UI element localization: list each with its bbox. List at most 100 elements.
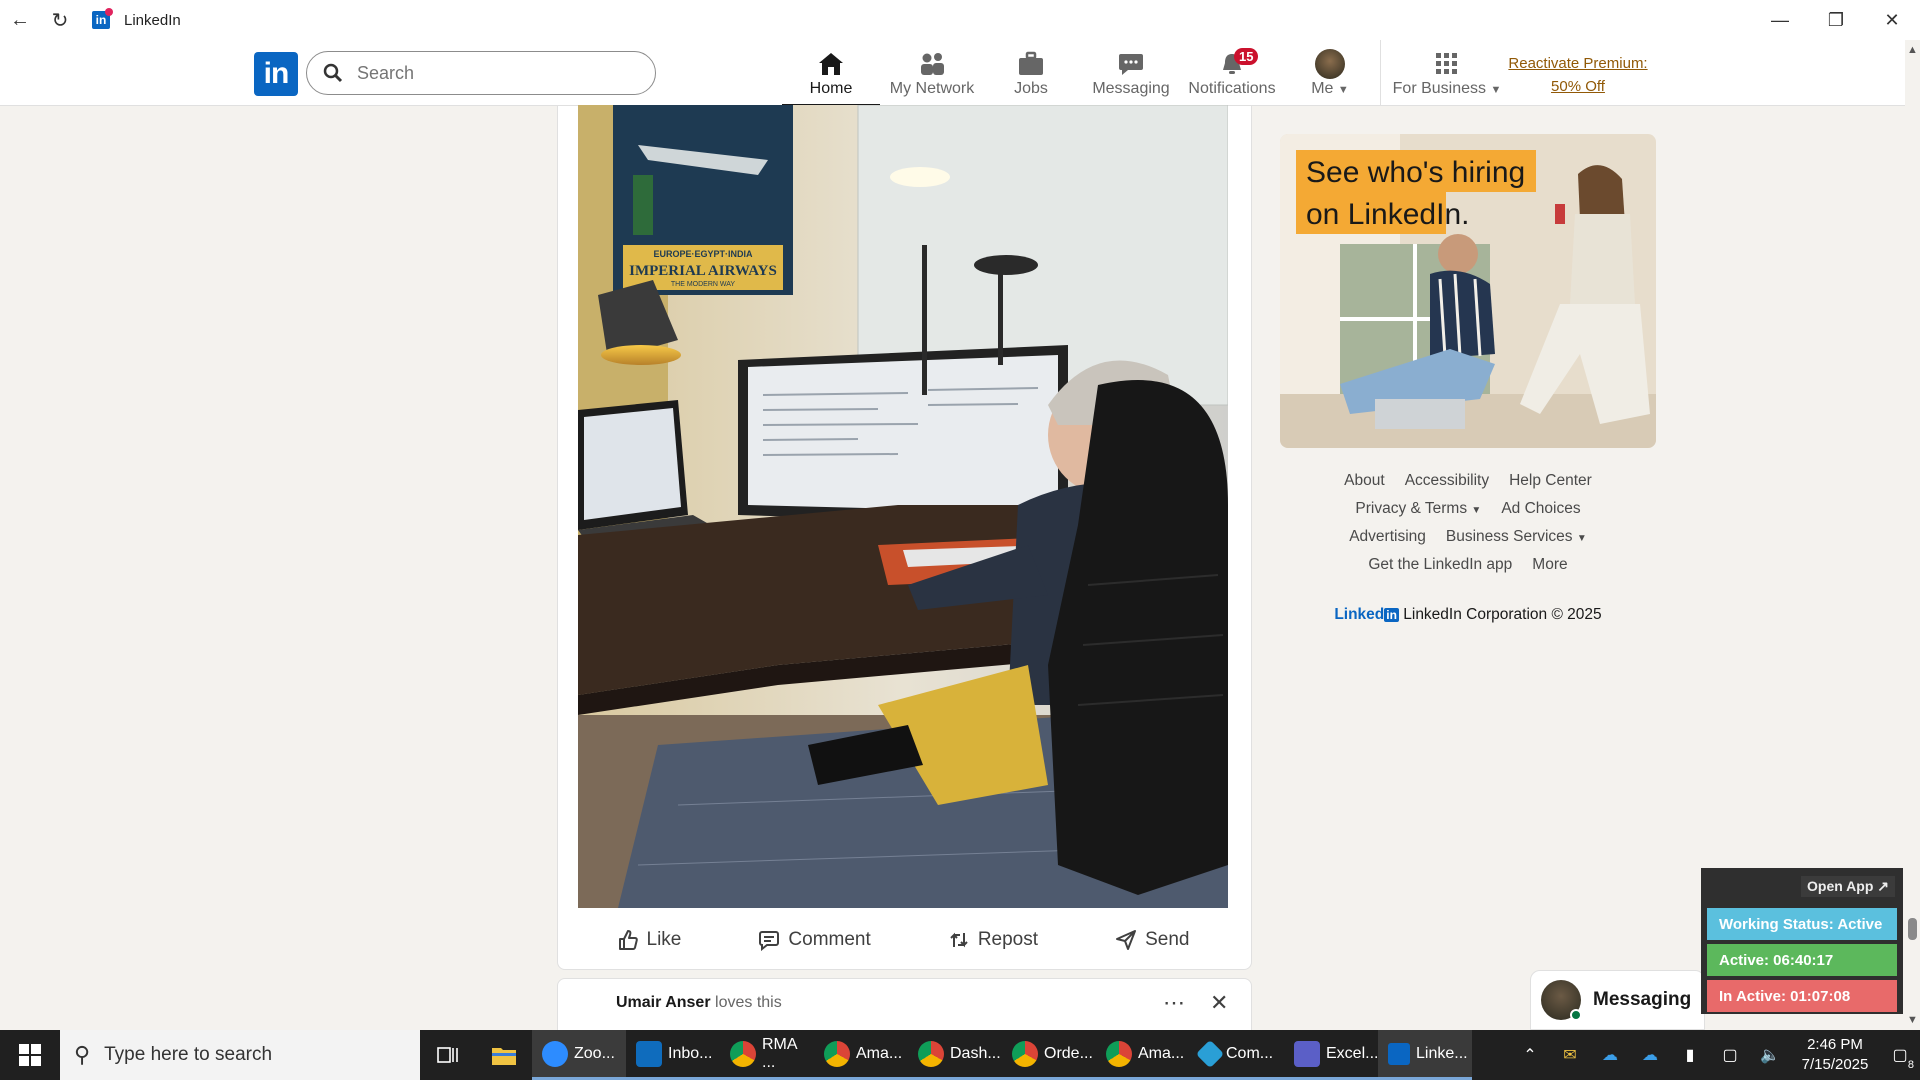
- repost-label: Repost: [977, 929, 1039, 950]
- window-titlebar: ← ↻ in LinkedIn — ❐ ✕: [0, 0, 1920, 40]
- task-view-icon[interactable]: [420, 1030, 476, 1080]
- footer-link-about[interactable]: About: [1344, 472, 1385, 490]
- chevron-down-icon: ▼: [1576, 533, 1587, 544]
- taskbar-search[interactable]: ⚲ Type here to search: [60, 1030, 420, 1080]
- nav-my-network[interactable]: My Network: [882, 48, 982, 106]
- scroll-up-icon[interactable]: ▲: [1907, 44, 1918, 56]
- reactivate-premium-link[interactable]: Reactivate Premium: 50% Off: [1498, 52, 1658, 98]
- nav-notifications[interactable]: 15 Notifications: [1186, 48, 1278, 106]
- volume-icon[interactable]: 🔈: [1750, 1045, 1790, 1065]
- nav-label: Me ▼: [1311, 80, 1349, 97]
- like-label: Like: [646, 929, 682, 950]
- send-icon: [1116, 930, 1137, 950]
- footer-link-more[interactable]: More: [1532, 556, 1567, 574]
- thumbs-up-icon: [618, 930, 638, 950]
- footer-link-ad-choices[interactable]: Ad Choices: [1501, 500, 1580, 518]
- taskbar-app-outlook[interactable]: Inbo...: [626, 1030, 720, 1080]
- nav-label: Jobs: [1014, 80, 1048, 97]
- back-icon[interactable]: ←: [0, 0, 40, 40]
- restore-button[interactable]: ❐: [1808, 0, 1864, 40]
- clock-date: 7/15/2025: [1801, 1056, 1869, 1073]
- taskbar-clock[interactable]: 2:46 PM 7/15/2025: [1790, 1035, 1880, 1075]
- taskbar-app-chrome-rma[interactable]: RMA ...: [720, 1030, 814, 1080]
- messaging-overlay[interactable]: Messaging: [1530, 970, 1705, 1030]
- taskbar-app-chrome-ama-1[interactable]: Ama...: [814, 1030, 908, 1080]
- briefcase-icon: [1019, 51, 1043, 75]
- footer-links: About Accessibility Help Center Privacy …: [1280, 472, 1656, 584]
- comment-label: Comment: [788, 929, 871, 950]
- search-icon: ⚲: [74, 1042, 91, 1067]
- dismiss-post-icon[interactable]: ✕: [1210, 990, 1228, 1016]
- nav-me[interactable]: Me ▼: [1302, 48, 1358, 106]
- taskbar-app-chrome-orde[interactable]: Orde...: [1002, 1030, 1096, 1080]
- footer-link-help-center[interactable]: Help Center: [1509, 472, 1592, 490]
- search-box[interactable]: [306, 51, 656, 95]
- people-icon: [921, 53, 944, 75]
- more-options-icon[interactable]: ⋯: [1163, 990, 1185, 1016]
- footer-link-get-app[interactable]: Get the LinkedIn app: [1368, 556, 1512, 574]
- comment-icon: [759, 931, 780, 951]
- close-window-button[interactable]: ✕: [1864, 0, 1920, 40]
- actor-name[interactable]: Umair Anser: [616, 994, 711, 1011]
- footer-link-advertising[interactable]: Advertising: [1349, 528, 1426, 546]
- taskbar-app-label: Zoo...: [574, 1044, 615, 1062]
- scroll-thumb[interactable]: [1908, 918, 1917, 940]
- reload-icon[interactable]: ↻: [40, 0, 80, 40]
- poster-text-2: IMPERIAL AIRWAYS: [629, 263, 777, 279]
- working-status-row: Working Status: Active: [1707, 908, 1897, 940]
- taskbar-app-linkedin[interactable]: Linke...: [1378, 1030, 1472, 1080]
- premium-line-2: 50% Off: [1551, 78, 1605, 95]
- chat-icon: [1119, 54, 1143, 75]
- scroll-down-icon[interactable]: ▼: [1907, 1014, 1918, 1026]
- taskbar-app-label: Ama...: [856, 1044, 903, 1062]
- avatar: [1315, 49, 1345, 79]
- minimize-button[interactable]: —: [1752, 0, 1808, 40]
- nav-label: Home: [809, 80, 853, 97]
- send-button[interactable]: Send: [1115, 929, 1189, 951]
- taskbar-app-label: Inbo...: [668, 1044, 713, 1062]
- onedrive-icon[interactable]: ☁: [1590, 1045, 1630, 1065]
- taskbar-app-chrome-dash[interactable]: Dash...: [908, 1030, 1002, 1080]
- open-app-button[interactable]: Open App ↗: [1801, 876, 1895, 897]
- taskbar-app-com[interactable]: Com...: [1190, 1030, 1284, 1080]
- page-scrollbar[interactable]: ▲ ▼: [1905, 40, 1920, 1030]
- comment-button[interactable]: Comment: [758, 929, 871, 951]
- file-explorer-icon[interactable]: [476, 1030, 532, 1080]
- nav-for-business[interactable]: For Business ▼: [1392, 48, 1502, 106]
- onedrive-business-icon[interactable]: ☁: [1630, 1045, 1670, 1065]
- com-app-icon: [1195, 1039, 1225, 1068]
- nav-jobs[interactable]: Jobs: [1000, 48, 1062, 106]
- premium-line-1: Reactivate Premium:: [1508, 55, 1648, 72]
- network-icon[interactable]: ▢: [1710, 1045, 1750, 1065]
- window-title: LinkedIn: [124, 11, 181, 29]
- taskbar-app-label: Orde...: [1044, 1044, 1093, 1062]
- like-button[interactable]: Like: [617, 929, 682, 951]
- post-actions-bar: Like Comment Repost Send: [578, 920, 1228, 960]
- ad-headline-1: See who's hiring: [1306, 156, 1525, 189]
- linkedin-logo[interactable]: in: [254, 52, 298, 96]
- nav-label: Notifications: [1188, 80, 1276, 97]
- nav-home[interactable]: Home: [782, 48, 880, 106]
- taskbar-app-chrome-ama-2[interactable]: Ama...: [1096, 1030, 1190, 1080]
- post-image[interactable]: EUROPE·EGYPT·INDIA IMPERIAL AIRWAYS THE …: [578, 105, 1228, 908]
- search-input[interactable]: [357, 62, 617, 84]
- hiring-ad[interactable]: See who's hiring on LinkedIn.: [1280, 134, 1656, 448]
- repost-button[interactable]: Repost: [948, 929, 1038, 951]
- teams-icon: [1294, 1040, 1320, 1067]
- taskbar-search-placeholder: Type here to search: [104, 1044, 273, 1065]
- battery-icon[interactable]: ▮: [1670, 1045, 1710, 1065]
- nav-label: For Business ▼: [1392, 80, 1502, 97]
- taskbar-app-zoom[interactable]: Zoo...: [532, 1030, 626, 1080]
- notification-center-icon[interactable]: ▢ 8: [1880, 1045, 1920, 1071]
- zoom-icon: [542, 1040, 568, 1067]
- mail-icon[interactable]: ✉: [1550, 1045, 1590, 1065]
- messaging-label: Messaging: [1593, 989, 1692, 1010]
- nav-messaging[interactable]: Messaging: [1090, 48, 1172, 106]
- footer-link-business-services[interactable]: Business Services ▼: [1446, 528, 1587, 546]
- start-button[interactable]: [0, 1030, 60, 1080]
- footer-link-accessibility[interactable]: Accessibility: [1405, 472, 1489, 490]
- footer-link-privacy-terms[interactable]: Privacy & Terms ▼: [1355, 500, 1481, 518]
- show-hidden-icons-icon[interactable]: ⌃: [1510, 1045, 1550, 1065]
- poster-text-1: EUROPE·EGYPT·INDIA: [653, 249, 753, 259]
- taskbar-app-teams-excel[interactable]: Excel...: [1284, 1030, 1378, 1080]
